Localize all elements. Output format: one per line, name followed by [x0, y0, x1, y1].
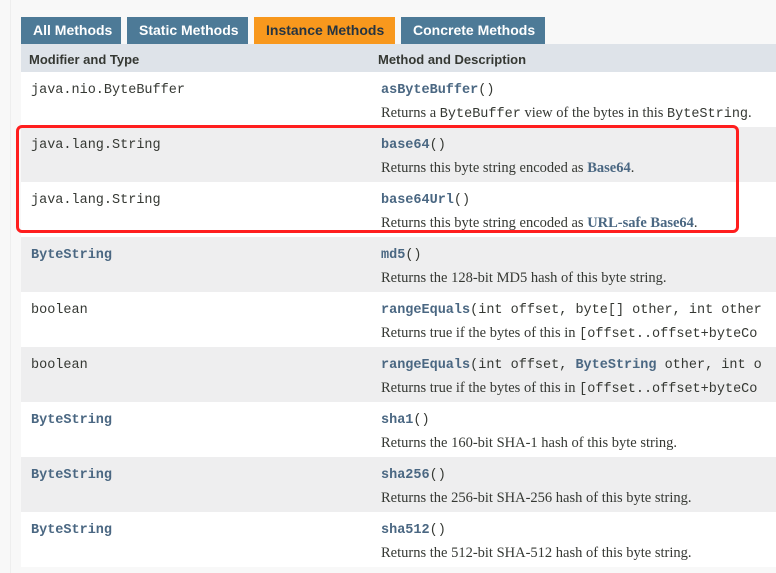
- method-params: (): [413, 413, 430, 428]
- method-signature: rangeEquals(int offset, ByteString other…: [381, 358, 762, 373]
- desc-code: [offset..offset+byteCo: [579, 327, 758, 342]
- method-signature: base64Url(): [381, 193, 470, 208]
- desc-text: Returns this byte string encoded as: [381, 160, 588, 176]
- method-signature: sha1(): [381, 413, 430, 428]
- return-type-link[interactable]: ByteString: [31, 523, 112, 538]
- method-link[interactable]: asByteBuffer: [381, 83, 478, 98]
- table-row: boolean rangeEquals(int offset, byte[] o…: [21, 292, 776, 347]
- desc-text: view of the bytes in this: [520, 105, 668, 121]
- column-header-modifier-type: Modifier and Type: [29, 52, 140, 67]
- return-type-link[interactable]: ByteString: [31, 413, 112, 428]
- desc-code: ByteBuffer: [439, 107, 521, 122]
- param-type-link[interactable]: ByteString: [575, 358, 656, 373]
- table-row: ByteString sha512() Returns the 512-bit …: [21, 512, 776, 567]
- return-type: boolean: [31, 358, 88, 373]
- method-link[interactable]: sha256: [381, 468, 430, 483]
- desc-text: .: [693, 215, 698, 231]
- return-type: java.lang.String: [31, 193, 161, 208]
- table-row: ByteString sha256() Returns the 256-bit …: [21, 457, 776, 512]
- method-link[interactable]: sha512: [381, 523, 430, 538]
- method-description: Returns the 512-bit SHA-512 hash of this…: [381, 545, 692, 561]
- method-params: (int offset, byte[] other, int other: [470, 303, 762, 318]
- method-description: Returns true if the bytes of this in [of…: [381, 380, 757, 397]
- tab-instance-methods[interactable]: Instance Methods: [254, 17, 395, 44]
- table-row: ByteString sha1() Returns the 160-bit SH…: [21, 402, 776, 457]
- method-link[interactable]: rangeEquals: [381, 303, 470, 318]
- return-type-link[interactable]: ByteString: [31, 468, 112, 483]
- method-description: Returns a ByteBuffer view of the bytes i…: [381, 105, 752, 122]
- method-description: Returns true if the bytes of this in [of…: [381, 325, 757, 342]
- method-link[interactable]: sha1: [381, 413, 413, 428]
- method-signature: rangeEquals(int offset, byte[] other, in…: [381, 303, 762, 318]
- method-description: Returns the 128-bit MD5 hash of this byt…: [381, 270, 667, 286]
- return-type-link[interactable]: ByteString: [31, 248, 112, 263]
- tab-concrete-methods[interactable]: Concrete Methods: [401, 17, 545, 44]
- table-row: java.nio.ByteBuffer asByteBuffer() Retur…: [21, 72, 776, 127]
- desc-code: ByteString: [667, 107, 749, 122]
- desc-code: [offset..offset+byteCo: [579, 382, 758, 397]
- return-type: boolean: [31, 303, 88, 318]
- table-row: ByteString md5() Returns the 128-bit MD5…: [21, 237, 776, 292]
- method-signature: asByteBuffer(): [381, 83, 494, 98]
- column-header-method-description: Method and Description: [378, 52, 527, 67]
- method-description: Returns this byte string encoded as URL-…: [381, 215, 698, 232]
- method-signature: sha256(): [381, 468, 446, 483]
- method-link[interactable]: base64Url: [381, 193, 454, 208]
- method-params: (int offset,: [470, 358, 576, 373]
- desc-text: Returns true if the bytes of this in: [381, 380, 580, 396]
- method-params: (): [405, 248, 422, 263]
- tab-all-methods[interactable]: All Methods: [21, 17, 121, 44]
- table-row: boolean rangeEquals(int offset, ByteStri…: [21, 347, 776, 402]
- method-params: (): [429, 138, 446, 153]
- method-description: Returns the 160-bit SHA-1 hash of this b…: [381, 435, 678, 451]
- return-type: java.lang.String: [31, 138, 161, 153]
- desc-text: Returns true if the bytes of this in: [381, 325, 580, 341]
- return-type: java.nio.ByteBuffer: [31, 83, 185, 98]
- method-params: (): [478, 83, 495, 98]
- table-row: java.lang.String base64() Returns this b…: [21, 127, 776, 182]
- method-signature: sha512(): [381, 523, 446, 538]
- method-summary-table: Modifier and Type Method and Description…: [21, 44, 776, 567]
- method-link[interactable]: base64: [381, 138, 430, 153]
- method-params: (): [453, 193, 471, 208]
- method-description: Returns this byte string encoded as Base…: [381, 160, 634, 177]
- tab-static-methods[interactable]: Static Methods: [127, 17, 248, 44]
- method-filter-tabs: All Methods Static Methods Instance Meth…: [21, 17, 551, 44]
- desc-text: .: [630, 160, 635, 176]
- method-params: other, int o: [656, 358, 762, 373]
- table-header: Modifier and Type Method and Description: [21, 44, 776, 72]
- desc-text: .: [748, 105, 752, 121]
- method-params: (): [429, 523, 446, 538]
- method-description: Returns the 256-bit SHA-256 hash of this…: [381, 490, 692, 506]
- desc-text: Returns a: [381, 105, 440, 121]
- table-row: java.lang.String base64Url() Returns thi…: [21, 182, 776, 237]
- method-link[interactable]: rangeEquals: [381, 358, 470, 373]
- desc-text: Returns this byte string encoded as: [381, 215, 588, 231]
- method-link[interactable]: md5: [381, 248, 405, 263]
- method-params: (): [429, 468, 446, 483]
- method-signature: md5(): [381, 248, 422, 263]
- desc-link[interactable]: Base64: [587, 160, 631, 176]
- method-signature: base64(): [381, 138, 446, 153]
- desc-link[interactable]: URL-safe Base64: [587, 215, 694, 231]
